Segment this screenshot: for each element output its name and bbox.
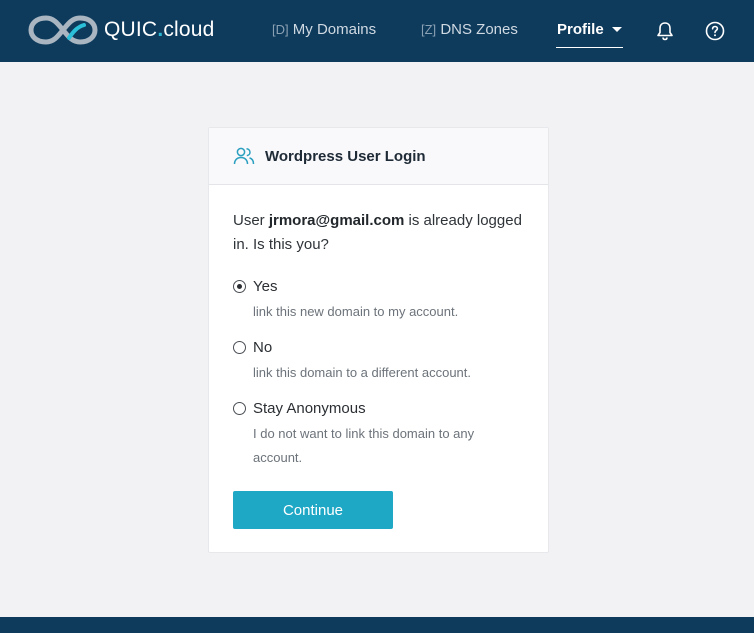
card-body: User jrmora@gmail.com is already logged … bbox=[209, 185, 548, 470]
chevron-down-icon bbox=[611, 27, 622, 32]
option-yes-label[interactable]: Yes bbox=[253, 277, 524, 297]
card-title: Wordpress User Login bbox=[265, 147, 426, 165]
radio-yes[interactable] bbox=[233, 280, 246, 293]
continue-button[interactable]: Continue bbox=[233, 491, 393, 529]
top-navbar: QUIC.cloud [D] My Domains [Z] DNS Zones … bbox=[0, 0, 754, 62]
infinity-logo-icon bbox=[28, 15, 98, 45]
radio-stay-anonymous[interactable] bbox=[233, 402, 246, 415]
wordpress-login-card: Wordpress User Login User jrmora@gmail.c… bbox=[208, 127, 549, 553]
bell-icon[interactable] bbox=[654, 20, 676, 42]
nav-profile-dropdown[interactable]: Profile bbox=[557, 21, 622, 38]
nav-dns-zones[interactable]: [Z] DNS Zones bbox=[421, 21, 518, 38]
option-yes[interactable]: Yes link this new domain to my account. bbox=[233, 277, 524, 324]
active-nav-indicator bbox=[556, 47, 623, 48]
card-header: Wordpress User Login bbox=[209, 128, 548, 185]
nav-profile-label: Profile bbox=[557, 21, 604, 38]
option-stay-anonymous-description: I do not want to link this domain to any… bbox=[253, 426, 475, 465]
option-stay-anonymous-label[interactable]: Stay Anonymous bbox=[253, 399, 524, 419]
option-no-description: link this domain to a different account. bbox=[253, 365, 471, 380]
nav-dns-zones-shortcut: [Z] bbox=[421, 22, 437, 37]
nav-dns-zones-label: DNS Zones bbox=[440, 21, 518, 38]
option-no-label[interactable]: No bbox=[253, 338, 524, 358]
option-yes-description: link this new domain to my account. bbox=[253, 304, 459, 319]
option-no[interactable]: No link this domain to a different accou… bbox=[233, 338, 524, 385]
nav-my-domains-label: My Domains bbox=[292, 21, 377, 38]
brand-logo[interactable]: QUIC.cloud bbox=[28, 12, 215, 48]
brand-name: QUIC.cloud bbox=[104, 18, 215, 41]
nav-my-domains-shortcut: [D] bbox=[272, 22, 289, 37]
radio-no[interactable] bbox=[233, 341, 246, 354]
login-question: User jrmora@gmail.com is already logged … bbox=[233, 212, 522, 253]
nav-my-domains[interactable]: [D] My Domains bbox=[272, 21, 376, 38]
page-footer bbox=[0, 617, 754, 633]
users-icon bbox=[233, 147, 255, 165]
help-icon[interactable] bbox=[704, 20, 726, 42]
option-stay-anonymous[interactable]: Stay Anonymous I do not want to link thi… bbox=[233, 399, 524, 470]
user-email: jrmora@gmail.com bbox=[268, 212, 405, 229]
